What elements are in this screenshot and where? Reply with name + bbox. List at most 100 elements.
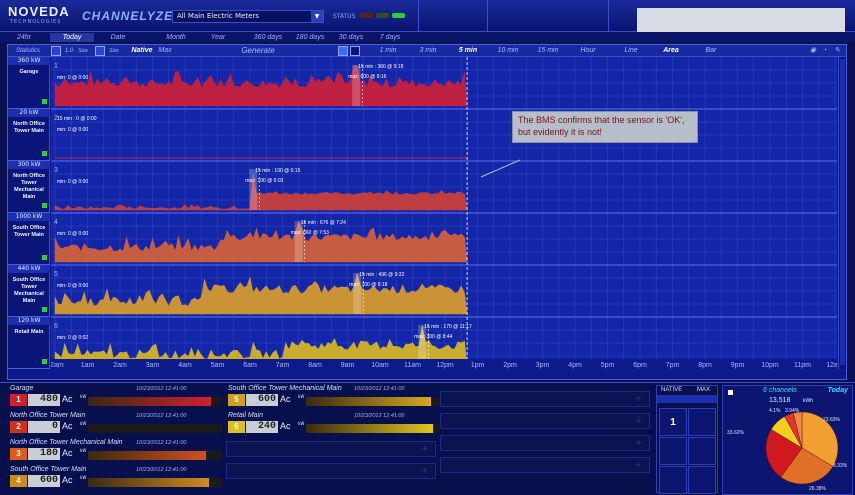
tab-today[interactable]: Today xyxy=(50,33,94,42)
tab-30-days[interactable]: 30 days xyxy=(331,33,371,42)
single-view-icon[interactable] xyxy=(338,46,348,56)
channel-name: North Office Tower Mechanical Main xyxy=(13,173,45,200)
channel-max-value: max: 100 @ 6:03 xyxy=(245,178,283,184)
peak-highlight-band xyxy=(294,221,303,262)
chart-plot-area[interactable]: 1 min: 0 @ 0:00 max: 600 @ 9:16 15 min : 36… xyxy=(51,57,837,369)
meter-title: North Office Tower Main xyxy=(10,412,86,419)
empty-meter-slot[interactable]: + xyxy=(226,463,436,479)
channel-min-value: min: 0 @ 0:00 xyxy=(57,231,88,237)
add-icon[interactable]: + xyxy=(421,445,429,453)
interval-10min[interactable]: 10 min xyxy=(488,46,528,56)
generate-button[interactable]: Generate xyxy=(208,46,308,56)
mountain-icon[interactable] xyxy=(95,46,105,56)
channel-15min-peak: 15 min : 100 @ 6:15 xyxy=(255,168,300,174)
meter-widget[interactable]: North Office Tower Main 10/23/2012 12:41:… xyxy=(8,412,224,438)
interval-3min[interactable]: 3 min xyxy=(408,46,448,56)
channel-max-value: max: 860 @ 7:53 xyxy=(291,230,329,236)
meter-level-fill xyxy=(88,478,209,487)
native-cell[interactable] xyxy=(688,466,716,494)
scrollbar-thumb[interactable] xyxy=(840,59,845,365)
meter-kw-unit: kW xyxy=(80,475,87,480)
add-icon[interactable]: + xyxy=(635,395,643,403)
meter-widget[interactable]: South Office Tower Mechanical Main 10/23/… xyxy=(226,385,442,411)
add-icon[interactable]: + xyxy=(635,417,643,425)
add-icon[interactable]: + xyxy=(635,461,643,469)
size-button[interactable]: Size xyxy=(76,46,90,56)
tab-month[interactable]: Month xyxy=(156,33,196,42)
channel-label-row[interactable]: 300 kW North Office Tower Mechanical Main xyxy=(8,161,50,213)
meter-index-badge: 2 xyxy=(10,421,27,433)
chevron-down-icon[interactable]: ▼ xyxy=(311,11,323,22)
meter-group-select[interactable]: All Main Electric Meters ▼ xyxy=(172,10,324,23)
clock-icon[interactable]: ◔ xyxy=(820,46,830,56)
empty-meter-slot[interactable]: + xyxy=(440,435,650,451)
channel-visible-marker[interactable] xyxy=(42,151,47,156)
meter-widget[interactable]: South Office Tower Main 10/23/2012 12:41:… xyxy=(8,466,224,492)
channel-name: South Office Tower Main xyxy=(12,225,46,238)
chart-toolbar: Statistics 1.0 Size Size Native Max Gene… xyxy=(8,45,846,57)
tab-year[interactable]: Year xyxy=(198,33,238,42)
native-cell[interactable] xyxy=(688,437,716,465)
max-button[interactable]: Max xyxy=(156,46,174,56)
meter-reading: 180 xyxy=(28,448,60,460)
channel-visible-marker[interactable] xyxy=(42,307,47,312)
native-cell[interactable] xyxy=(688,408,716,436)
empty-meter-slot[interactable]: + xyxy=(440,413,650,429)
style-area[interactable]: Area xyxy=(656,46,686,56)
channel-visible-marker[interactable] xyxy=(42,99,47,104)
bar-chart-icon[interactable] xyxy=(51,46,61,56)
channel-area-chart: 1 min: 0 @ 0:00 max: 600 @ 9:16 15 min : 36… xyxy=(51,57,837,369)
tab-360-days[interactable]: 360 days xyxy=(248,33,288,42)
tab-24hr[interactable]: 24hr xyxy=(6,33,42,42)
tab-7-days[interactable]: 7 days xyxy=(370,33,410,42)
empty-meter-slot[interactable]: + xyxy=(440,457,650,473)
channel-label-row[interactable]: 20 kW North Office Tower Main xyxy=(8,109,50,161)
empty-meter-slot[interactable]: + xyxy=(440,391,650,407)
channel-visible-marker[interactable] xyxy=(42,203,47,208)
time-axis-label: 11am xyxy=(404,362,421,369)
interval-1min[interactable]: 1 min xyxy=(368,46,408,56)
channel-visible-marker[interactable] xyxy=(42,255,47,260)
channel-15min-peak: 15 min : 360 @ 9:18 xyxy=(358,64,403,70)
interval-15min[interactable]: 15 min xyxy=(528,46,568,56)
channel-min-value: min: 0 @ 0:00 xyxy=(57,179,88,185)
channel-label-row[interactable]: 120 kW Retail Main xyxy=(8,317,50,369)
meter-widget[interactable]: Retail Main 10/23/2012 12:41:00 6 240 Ac kW xyxy=(226,412,442,438)
vertical-scrollbar[interactable] xyxy=(838,57,846,369)
channel-label-row[interactable]: 360 kW Garage xyxy=(8,57,50,109)
add-icon[interactable]: + xyxy=(635,439,643,447)
app-header: NOVEDA TECHNOLOGIES CHANNELYZER All Main… xyxy=(0,0,855,42)
add-icon[interactable]: + xyxy=(421,467,429,475)
statistics-button[interactable]: Statistics xyxy=(11,46,45,56)
native-button[interactable]: Native xyxy=(128,46,156,56)
native-cell[interactable] xyxy=(659,437,687,465)
size-button-2[interactable]: Size xyxy=(107,46,121,56)
channel-label-row[interactable]: 440 kW South Office Tower Mechanical Main xyxy=(8,265,50,317)
tab-date[interactable]: Date xyxy=(98,33,138,42)
scale-value[interactable]: 1.0 xyxy=(63,46,75,56)
meter-widget[interactable]: North Office Tower Mechanical Main 10/23/… xyxy=(8,439,224,465)
tab-180-days[interactable]: 180 days xyxy=(290,33,330,42)
meter-widget[interactable]: Garage 10/23/2012 12:41:00 1 480 Ac kW xyxy=(8,385,224,411)
meter-level-fill xyxy=(88,451,206,460)
channel-label-row[interactable]: 1000 kW South Office Tower Main xyxy=(8,213,50,265)
style-line[interactable]: Line xyxy=(616,46,646,56)
style-bar[interactable]: Bar xyxy=(696,46,726,56)
channel-visible-marker[interactable] xyxy=(42,359,47,364)
meter-index-badge: 6 xyxy=(228,421,245,433)
channel-index: 3 xyxy=(54,167,58,174)
interval-5min[interactable]: 5 min xyxy=(448,46,488,56)
meter-level-fill xyxy=(88,397,212,406)
consumption-pie-panel: 6 channels Today 13,518 kWh 33.62% 26.38%… xyxy=(722,385,853,495)
list-view-icon[interactable] xyxy=(350,46,360,56)
consumption-pie-chart: 33.62% 26.38% 23.63% 8.33% 4.1% 3.94% xyxy=(727,408,848,492)
native-cell[interactable] xyxy=(659,466,687,494)
meter-reading: 600 xyxy=(246,394,278,406)
zoom-icon[interactable]: ✎ xyxy=(832,46,842,56)
mouse-icon[interactable]: ◉ xyxy=(808,46,818,56)
interval-hour[interactable]: Hour xyxy=(568,46,608,56)
meter-unit: Ac xyxy=(280,394,291,404)
meter-level-fill xyxy=(306,424,434,433)
empty-meter-slot[interactable]: + xyxy=(226,441,436,457)
native-cell-1[interactable]: 1 xyxy=(659,408,687,436)
